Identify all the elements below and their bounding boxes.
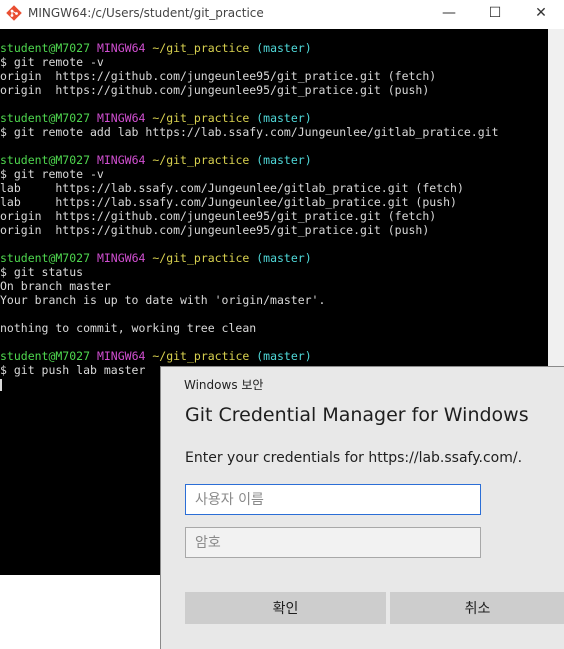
output-line: On branch master <box>0 279 111 293</box>
prompt-user: student@M7027 <box>0 251 91 265</box>
output-line: lab https://lab.ssafy.com/Jungeunlee/git… <box>0 195 457 209</box>
prompt-branch: (master) <box>256 111 312 125</box>
output-line: origin https://github.com/jungeunlee95/g… <box>0 209 437 223</box>
prompt-host: MINGW64 <box>96 251 146 265</box>
credential-dialog: Windows 보안 Git Credential Manager for Wi… <box>160 366 564 649</box>
terminal-cursor <box>0 378 2 391</box>
dialog-heading: Git Credential Manager for Windows <box>185 404 529 426</box>
prompt-host: MINGW64 <box>96 111 146 125</box>
ok-button[interactable]: 확인 <box>185 592 386 624</box>
output-line: nothing to commit, working tree clean <box>0 321 257 335</box>
output-line: origin https://github.com/jungeunlee95/g… <box>0 69 437 83</box>
prompt-host: MINGW64 <box>96 41 146 55</box>
prompt-host: MINGW64 <box>96 349 146 363</box>
output-line: origin https://github.com/jungeunlee95/g… <box>0 83 430 97</box>
command-line: $ git remote add lab https://lab.ssafy.c… <box>0 125 499 139</box>
prompt-user: student@M7027 <box>0 349 91 363</box>
prompt-branch: (master) <box>256 349 312 363</box>
prompt-path: ~/git_practice <box>152 153 250 167</box>
username-input[interactable] <box>185 484 481 515</box>
window-title: MINGW64:/c/Users/student/git_practice <box>28 6 264 20</box>
command-line: $ git push lab master <box>0 363 146 377</box>
terminal-titlebar[interactable]: MINGW64:/c/Users/student/git_practice — … <box>0 0 564 27</box>
cancel-button[interactable]: 취소 <box>390 592 564 624</box>
prompt-branch: (master) <box>256 153 312 167</box>
prompt-host: MINGW64 <box>96 153 146 167</box>
prompt-path: ~/git_practice <box>152 251 250 265</box>
prompt-branch: (master) <box>256 251 312 265</box>
prompt-user: student@M7027 <box>0 41 91 55</box>
close-button[interactable]: ✕ <box>518 0 564 27</box>
command-line: $ git status <box>0 265 84 279</box>
prompt-path: ~/git_practice <box>152 111 250 125</box>
prompt-user: student@M7027 <box>0 153 91 167</box>
git-bash-icon <box>6 5 22 21</box>
maximize-button[interactable]: ☐ <box>472 0 518 27</box>
dialog-message: Enter your credentials for https://lab.s… <box>185 450 523 466</box>
output-line: Your branch is up to date with 'origin/m… <box>0 293 326 307</box>
prompt-branch: (master) <box>256 41 312 55</box>
password-input[interactable] <box>185 527 481 558</box>
command-line: $ git remote -v <box>0 167 104 181</box>
prompt-path: ~/git_practice <box>152 349 250 363</box>
terminal-lines: student@M7027 MINGW64 ~/git_practice (ma… <box>0 41 499 391</box>
prompt-user: student@M7027 <box>0 111 91 125</box>
output-line: lab https://lab.ssafy.com/Jungeunlee/git… <box>0 181 464 195</box>
minimize-button[interactable]: — <box>426 0 472 27</box>
command-line: $ git remote -v <box>0 55 104 69</box>
prompt-path: ~/git_practice <box>152 41 250 55</box>
output-line: origin https://github.com/jungeunlee95/g… <box>0 223 430 237</box>
dialog-caption: Windows 보안 <box>184 378 264 392</box>
